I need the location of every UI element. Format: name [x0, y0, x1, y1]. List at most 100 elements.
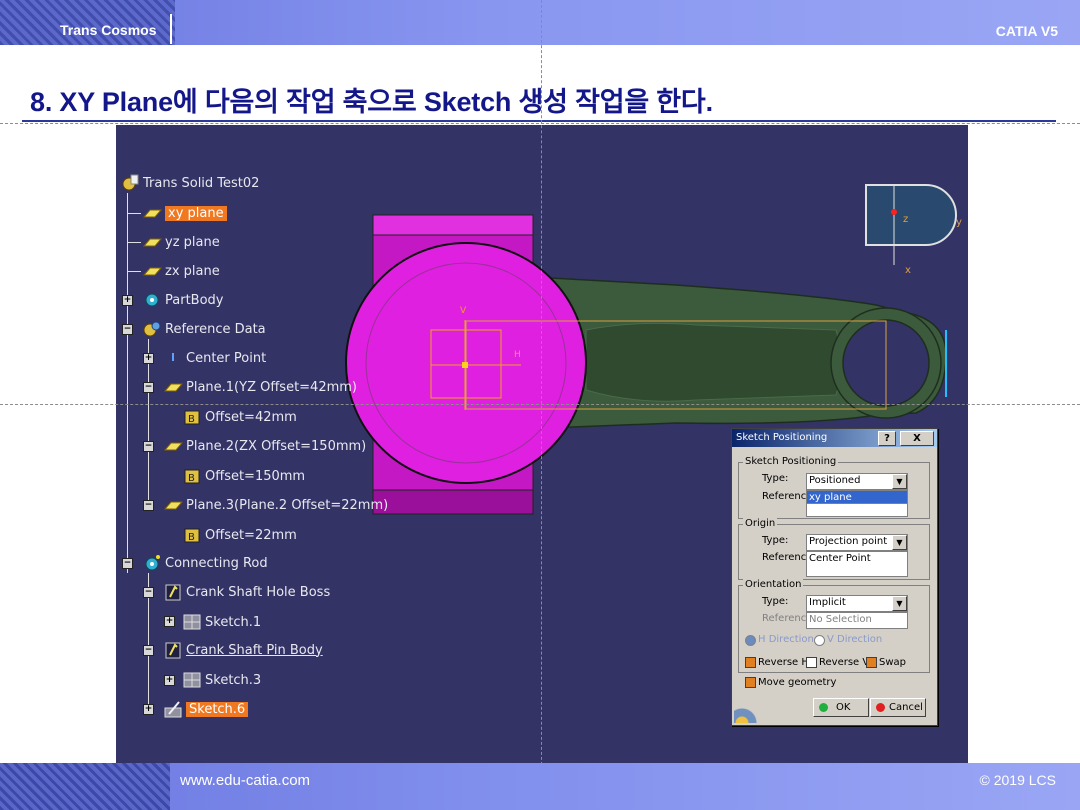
expand-toggle[interactable]: +	[143, 704, 154, 715]
move-geometry-checkbox[interactable]	[745, 677, 756, 688]
tree-item-crank-boss[interactable]: Crank Shaft Hole Boss	[163, 582, 330, 602]
tree-item-plane1-offset[interactable]: B Offset=42mm	[182, 407, 297, 427]
plane-icon	[163, 378, 184, 396]
sketch-edit-icon	[163, 700, 183, 718]
v-direction-label: V Direction	[827, 634, 883, 645]
sketch-positioning-dialog: Sketch Positioning ? X Sketch Positionin…	[731, 428, 938, 726]
compass-x-label: x	[905, 265, 911, 276]
expand-toggle[interactable]: +	[122, 295, 133, 306]
type-label: Type:	[762, 535, 789, 546]
tree-item-yz-plane[interactable]: yz plane	[142, 232, 220, 252]
tree-item-zx-plane[interactable]: zx plane	[142, 261, 220, 281]
collapse-toggle[interactable]: −	[143, 382, 154, 393]
brand-label: Trans Cosmos	[60, 22, 157, 38]
reverse-h-label: Reverse H	[758, 657, 809, 668]
parameter-icon: B	[182, 408, 202, 426]
swap-checkbox[interactable]	[866, 657, 877, 668]
tree-item-partbody[interactable]: PartBody	[142, 290, 223, 310]
tree-line	[127, 193, 128, 573]
collapse-toggle[interactable]: −	[122, 558, 133, 569]
tree-item-center-point[interactable]: Center Point	[163, 348, 266, 368]
body-gear-icon	[142, 554, 162, 572]
collapse-toggle[interactable]: −	[122, 324, 133, 335]
tree-item-sketch1[interactable]: Sketch.1	[182, 612, 261, 632]
collapse-toggle[interactable]: −	[143, 645, 154, 656]
point-icon	[163, 349, 183, 367]
orientation-type-combo[interactable]: Implicit ▼	[806, 595, 908, 612]
compass-plane	[865, 184, 957, 246]
tree-item-plane2[interactable]: Plane.2(ZX Offset=150mm)	[163, 436, 366, 456]
sp-reference-list[interactable]	[806, 503, 908, 517]
chevron-down-icon[interactable]: ▼	[892, 474, 907, 489]
tree-item-xy-plane[interactable]: xy plane	[142, 203, 227, 223]
tree-item-connecting-rod[interactable]: Connecting Rod	[142, 553, 268, 573]
reverse-h-checkbox[interactable]	[745, 657, 756, 668]
h-direction-label: H Direction	[758, 634, 814, 645]
expand-toggle[interactable]: +	[164, 616, 175, 627]
guide-line	[541, 0, 542, 810]
tree-line	[127, 242, 141, 243]
tree-item-reference-data[interactable]: Reference Data	[142, 319, 266, 339]
sketch-h-label: H	[514, 350, 521, 360]
reverse-v-label: Reverse V	[819, 657, 870, 668]
parameter-icon: B	[182, 467, 202, 485]
rod-web	[585, 322, 842, 402]
svg-text:B: B	[188, 473, 195, 484]
v-direction-radio[interactable]	[814, 635, 825, 646]
plane-icon	[142, 204, 163, 222]
footer-url[interactable]: www.edu-catia.com	[180, 772, 310, 789]
tree-item-plane2-offset[interactable]: B Offset=150mm	[182, 466, 305, 486]
footer-copyright: © 2019 LCS	[979, 772, 1056, 788]
compass-z-label: z	[903, 214, 909, 225]
sketch-icon	[182, 613, 202, 631]
sp-type-combo[interactable]: Positioned ▼	[806, 473, 908, 490]
collapse-toggle[interactable]: −	[143, 587, 154, 598]
tree-item-sketch6[interactable]: Sketch.6	[163, 699, 249, 719]
orientation-reference-field[interactable]: No Selection	[806, 612, 908, 629]
plane-icon	[163, 437, 184, 455]
ok-button[interactable]: OK	[813, 698, 869, 717]
tree-root[interactable]: Trans Solid Test02	[120, 173, 259, 193]
origin-reference-field[interactable]: Center Point	[806, 551, 908, 577]
help-button[interactable]: ?	[878, 431, 896, 446]
tree-item-plane3-offset[interactable]: B Offset=22mm	[182, 525, 297, 545]
sketch-origin-point	[462, 362, 468, 368]
tree-item-plane3[interactable]: Plane.3(Plane.2 Offset=22mm)	[163, 495, 388, 515]
group-label: Origin	[743, 518, 778, 529]
plane-icon	[142, 233, 163, 251]
slide-title: 8. XY Plane에 다음의 작업 축으로 Sketch 생성 작업을 한다…	[30, 87, 713, 117]
h-direction-radio[interactable]	[745, 635, 756, 646]
specification-tree: Trans Solid Test02 xy plane yz plane zx …	[116, 125, 416, 763]
svg-text:B: B	[188, 532, 195, 543]
header-separator	[170, 14, 172, 44]
dialog-title-bar[interactable]: Sketch Positioning ? X	[732, 429, 937, 447]
cancel-button[interactable]: Cancel	[870, 698, 926, 717]
slide-footer-bar	[0, 763, 1080, 810]
sketch-v-label: V	[460, 306, 467, 316]
compass-y-label: y	[956, 217, 962, 228]
sketch-icon	[182, 671, 202, 689]
close-button[interactable]: X	[900, 431, 934, 446]
tree-line	[127, 271, 141, 272]
expand-toggle[interactable]: +	[164, 675, 175, 686]
tree-item-sketch3[interactable]: Sketch.3	[182, 670, 261, 690]
parameter-icon: B	[182, 526, 202, 544]
slide-header-bar	[0, 0, 1080, 45]
chevron-down-icon[interactable]: ▼	[892, 596, 907, 611]
reverse-v-checkbox[interactable]	[806, 657, 817, 668]
tree-item-plane1[interactable]: Plane.1(YZ Offset=42mm)	[163, 377, 357, 397]
compass-center	[891, 209, 897, 215]
collapse-toggle[interactable]: −	[143, 441, 154, 452]
expand-toggle[interactable]: +	[143, 353, 154, 364]
guide-line	[0, 404, 1080, 405]
app-label: CATIA V5	[995, 23, 1058, 39]
group-label: Sketch Positioning	[743, 456, 839, 467]
move-geometry-label: Move geometry	[758, 677, 837, 688]
tree-item-crank-pin[interactable]: Crank Shaft Pin Body	[163, 640, 323, 660]
collapse-toggle[interactable]: −	[143, 500, 154, 511]
body-gear-icon	[142, 291, 162, 309]
origin-type-combo[interactable]: Projection point ▼	[806, 534, 908, 551]
geometrical-set-icon	[142, 320, 162, 338]
chevron-down-icon[interactable]: ▼	[892, 535, 907, 550]
tree-line	[148, 339, 149, 507]
